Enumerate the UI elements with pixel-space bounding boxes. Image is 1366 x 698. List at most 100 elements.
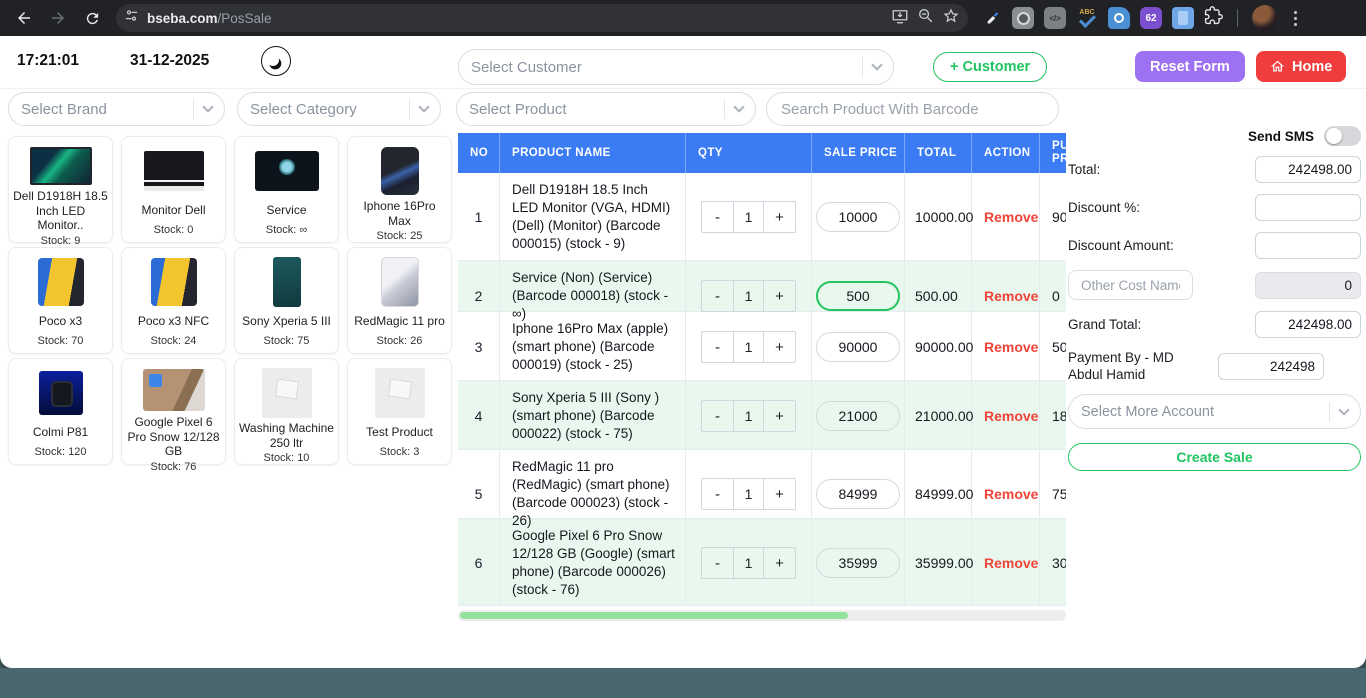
product-card[interactable]: Sony Xperia 5 III Stock: 75 xyxy=(234,247,339,354)
qty-decrease-button[interactable]: - xyxy=(702,479,733,509)
bookmark-star-icon[interactable] xyxy=(942,7,960,30)
cart-row: 5 RedMagic 11 pro (RedMagic) (smart phon… xyxy=(458,450,1066,519)
remove-link[interactable]: Remove xyxy=(972,381,1040,451)
product-card[interactable]: Service Stock: ∞ xyxy=(234,136,339,243)
product-card[interactable]: RedMagic 11 pro Stock: 26 xyxy=(347,247,452,354)
send-sms-toggle[interactable] xyxy=(1324,126,1361,146)
discount-amount-input[interactable] xyxy=(1255,232,1361,259)
url-text: bseba.com/PosSale xyxy=(147,11,272,26)
qty-decrease-button[interactable]: - xyxy=(702,202,733,232)
dark-mode-toggle[interactable] xyxy=(261,46,291,76)
remove-link[interactable]: Remove xyxy=(972,519,1040,606)
product-card[interactable]: Poco x3 NFC Stock: 24 xyxy=(121,247,226,354)
spellcheck-extension-icon[interactable] xyxy=(1076,7,1098,29)
reset-form-button[interactable]: Reset Form xyxy=(1135,51,1245,82)
browser-menu-icon[interactable] xyxy=(1288,11,1303,26)
qty-value[interactable]: 1 xyxy=(733,401,764,431)
no-image-placeholder xyxy=(375,368,425,418)
site-settings-icon[interactable] xyxy=(124,8,139,28)
purchase-price: 900 xyxy=(1040,173,1066,261)
product-grid: Dell D1918H 18.5 Inch LED Monitor.. Stoc… xyxy=(8,136,455,465)
product-card[interactable]: Google Pixel 6 Pro Snow 12/128 GB Stock:… xyxy=(121,358,226,465)
grand-total-input[interactable] xyxy=(1255,311,1361,338)
forward-icon[interactable] xyxy=(44,4,72,32)
product-image xyxy=(39,371,83,415)
chevron-down-icon xyxy=(733,101,744,112)
cart-table-header: NO PRODUCT NAME QTY SALE PRICE TOTAL ACT… xyxy=(458,133,1066,173)
qty-increase-button[interactable]: + xyxy=(764,332,795,362)
back-icon[interactable] xyxy=(10,4,38,32)
qty-value[interactable]: 1 xyxy=(733,332,764,362)
product-card[interactable]: Monitor Dell Stock: 0 xyxy=(121,136,226,243)
product-card[interactable]: Test Product Stock: 3 xyxy=(347,358,452,465)
payment-amount-input[interactable] xyxy=(1218,353,1324,380)
cart-row: 1 Dell D1918H 18.5 Inch LED Monitor (VGA… xyxy=(458,173,1066,261)
qty-increase-button[interactable]: + xyxy=(764,479,795,509)
product-card[interactable]: Iphone 16Pro Max Stock: 25 xyxy=(347,136,452,243)
qty-increase-button[interactable]: + xyxy=(764,401,795,431)
total-input[interactable] xyxy=(1255,156,1361,183)
install-app-icon[interactable] xyxy=(891,7,909,30)
more-account-select[interactable]: Select More Account xyxy=(1068,394,1361,429)
qty-increase-button[interactable]: + xyxy=(764,548,795,578)
desktop-background-strip xyxy=(0,668,1366,698)
discount-percent-input[interactable] xyxy=(1255,194,1361,221)
sale-price-input[interactable] xyxy=(816,548,900,578)
home-icon xyxy=(1270,59,1285,74)
category-select[interactable]: Select Category xyxy=(237,92,441,126)
grand-total-label: Grand Total: xyxy=(1068,316,1255,333)
reload-icon[interactable] xyxy=(78,4,106,32)
moon-icon xyxy=(265,52,280,67)
cart-row: 2 Service (Non) (Service) (Barcode 00001… xyxy=(458,261,1066,312)
chevron-down-icon xyxy=(418,101,429,112)
docs-extension-icon[interactable] xyxy=(1172,7,1194,29)
sale-price-input[interactable] xyxy=(816,479,900,509)
browser-toolbar: bseba.com/PosSale </> 62 xyxy=(0,0,1366,36)
address-bar[interactable]: bseba.com/PosSale xyxy=(116,4,968,32)
product-card[interactable]: Dell D1918H 18.5 Inch LED Monitor.. Stoc… xyxy=(8,136,113,243)
sale-price-input[interactable] xyxy=(816,401,900,431)
brand-select[interactable]: Select Brand xyxy=(8,92,225,126)
sale-price-input[interactable] xyxy=(816,332,900,362)
profile-avatar[interactable] xyxy=(1252,5,1278,31)
badge-extension-icon[interactable]: 62 xyxy=(1140,7,1162,29)
qty-value[interactable]: 1 xyxy=(733,281,764,311)
remove-link[interactable]: Remove xyxy=(972,173,1040,261)
product-image xyxy=(38,258,84,306)
other-cost-name-input[interactable] xyxy=(1068,270,1193,300)
qty-value[interactable]: 1 xyxy=(733,202,764,232)
puzzle-extensions-icon[interactable] xyxy=(1204,6,1223,30)
qty-decrease-button[interactable]: - xyxy=(702,281,733,311)
eyedropper-extension-icon[interactable] xyxy=(984,7,1002,30)
other-cost-amount-input[interactable] xyxy=(1255,272,1361,299)
home-button[interactable]: Home xyxy=(1256,51,1346,82)
create-sale-button[interactable]: Create Sale xyxy=(1068,443,1361,471)
product-card[interactable]: Washing Machine 250 ltr Stock: 10 xyxy=(234,358,339,465)
zoom-out-icon[interactable] xyxy=(917,7,934,29)
qty-value[interactable]: 1 xyxy=(733,479,764,509)
qty-value[interactable]: 1 xyxy=(733,548,764,578)
qty-decrease-button[interactable]: - xyxy=(702,332,733,362)
sale-price-input[interactable] xyxy=(816,281,900,311)
qty-stepper: - 1 + xyxy=(701,201,796,233)
discount-amount-label: Discount Amount: xyxy=(1068,237,1255,254)
purchase-price: 500 xyxy=(1040,312,1066,382)
scrollbar-thumb[interactable] xyxy=(460,612,848,619)
add-customer-button[interactable]: + Customer xyxy=(933,52,1047,82)
tag-extension-icon[interactable] xyxy=(1108,7,1130,29)
product-card[interactable]: Poco x3 Stock: 70 xyxy=(8,247,113,354)
sale-price-input[interactable] xyxy=(816,202,900,232)
qty-decrease-button[interactable]: - xyxy=(702,548,733,578)
qty-increase-button[interactable]: + xyxy=(764,281,795,311)
table-horizontal-scrollbar[interactable] xyxy=(458,610,1066,621)
remove-link[interactable]: Remove xyxy=(972,312,1040,382)
code-extension-icon[interactable]: </> xyxy=(1044,7,1066,29)
qty-decrease-button[interactable]: - xyxy=(702,401,733,431)
barcode-search-input[interactable] xyxy=(766,92,1059,126)
camera-extension-icon[interactable] xyxy=(1012,7,1034,29)
product-select[interactable]: Select Product xyxy=(456,92,756,126)
customer-select[interactable]: Select Customer xyxy=(458,49,894,85)
row-total: 35999.00 xyxy=(905,519,972,606)
product-card[interactable]: Colmi P81 Stock: 120 xyxy=(8,358,113,465)
qty-increase-button[interactable]: + xyxy=(764,202,795,232)
